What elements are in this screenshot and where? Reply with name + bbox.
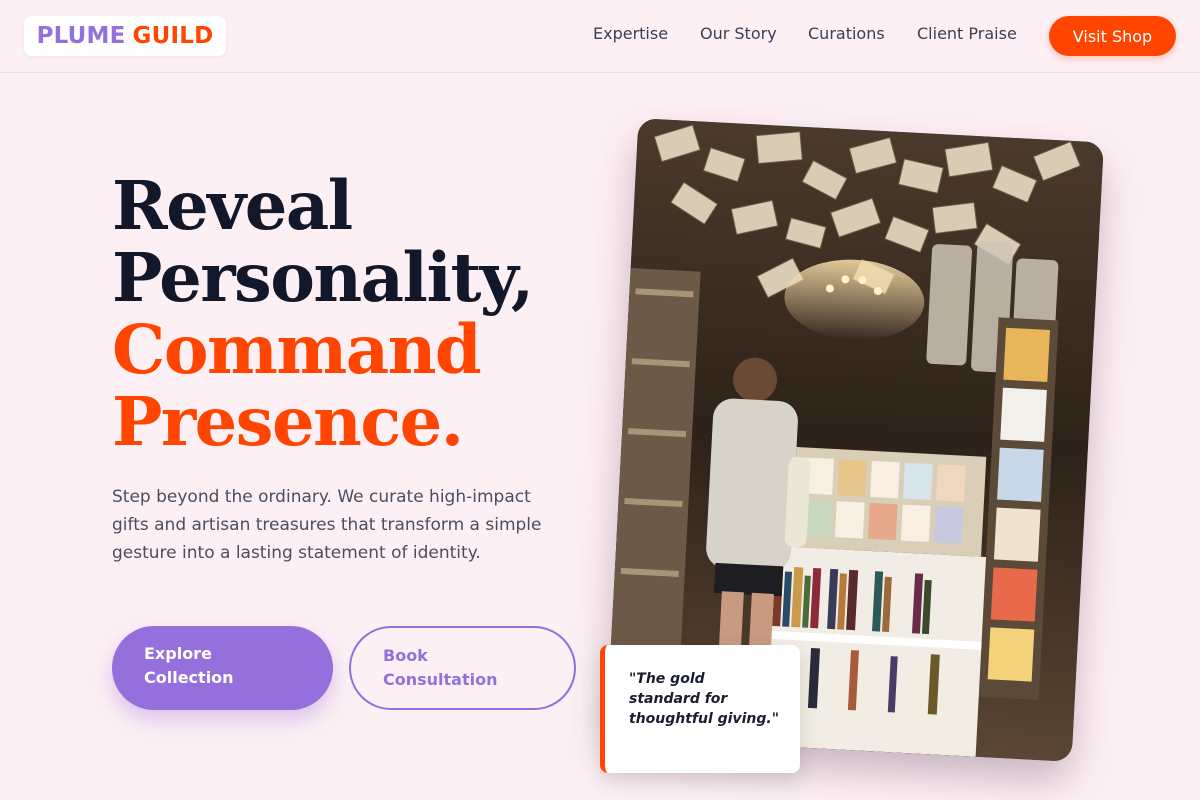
brand-logo[interactable]: PLUME GUILD [24, 16, 226, 56]
hero-description: Step beyond the ordinary. We curate high… [112, 487, 542, 563]
testimonial-quote-card: "The gold standard for thoughtful giving… [600, 645, 800, 773]
explore-collection-button[interactable]: Explore Collection [112, 626, 333, 710]
brand-name-part1: PLUME [36, 23, 126, 49]
testimonial-quote-text: "The gold standard for thoughtful giving… [629, 671, 780, 727]
headline-line-2: Personality, [112, 238, 534, 317]
headline-accent-1: Command [112, 310, 482, 389]
hero-headline: Reveal Personality, Command Presence. [112, 170, 582, 458]
nav-link-expertise[interactable]: Expertise [593, 24, 668, 46]
brand-name-part2: GUILD [132, 23, 214, 49]
nav-link-client-praise[interactable]: Client Praise [917, 24, 1017, 46]
visit-shop-button[interactable]: Visit Shop [1049, 16, 1176, 56]
book-consultation-button[interactable]: Book Consultation [349, 626, 576, 710]
headline-line-1: Reveal [112, 166, 353, 245]
site-header: PLUME GUILD Expertise Our Story Curation… [0, 0, 1200, 73]
nav-link-our-story[interactable]: Our Story [700, 24, 777, 46]
nav-link-curations[interactable]: Curations [808, 24, 885, 46]
headline-accent-2: Presence. [112, 382, 464, 461]
